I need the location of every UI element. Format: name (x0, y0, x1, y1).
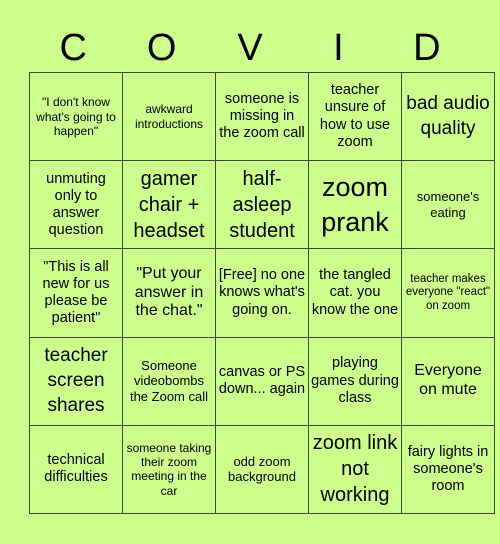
bingo-cell[interactable]: gamer chair + headset (122, 160, 216, 250)
board-row: "I don't know what's going to happen" aw… (29, 71, 495, 162)
bingo-cell[interactable]: teacher makes everyone "react" on zoom (401, 248, 495, 338)
bingo-cell[interactable]: Everyone on mute (401, 336, 495, 426)
bingo-cell[interactable]: odd zoom background (215, 424, 309, 515)
bingo-cell[interactable]: unmuting only to answer question (29, 160, 123, 250)
header-letter-i: I (333, 27, 344, 69)
bingo-board: "I don't know what's going to happen" aw… (29, 71, 495, 515)
bingo-cell[interactable]: canvas or PS down... again (215, 336, 309, 426)
header-letter-c: C (59, 27, 87, 69)
board-row: unmuting only to answer question gamer c… (29, 160, 495, 250)
board-row: technical difficulties someone taking th… (29, 424, 495, 515)
bingo-cell[interactable]: fairy lights in someone's room (401, 424, 495, 515)
bingo-header: C O V I D (29, 24, 471, 72)
board-row: "This is all new for us please be patien… (29, 248, 495, 338)
bingo-cell[interactable]: someone is missing in the zoom call (215, 71, 309, 162)
bingo-cell[interactable]: half-asleep student (215, 160, 309, 250)
bingo-cell[interactable]: awkward introductions (122, 71, 216, 162)
bingo-cell[interactable]: playing games during class (308, 336, 402, 426)
header-letter-o: O (146, 27, 177, 69)
bingo-cell[interactable]: someone taking their zoom meeting in the… (122, 424, 216, 515)
bingo-cell[interactable]: someone's eating (401, 160, 495, 250)
bingo-cell[interactable]: Someone videobombs the Zoom call (122, 336, 216, 426)
header-letter-v: V (237, 27, 263, 69)
bingo-cell[interactable]: teacher screen shares (29, 336, 123, 426)
board-row: teacher screen shares Someone videobombs… (29, 336, 495, 426)
bingo-cell[interactable]: "This is all new for us please be patien… (29, 248, 123, 338)
bingo-cell[interactable]: the tangled cat. you know the one (308, 248, 402, 338)
bingo-cell[interactable]: "Put your answer in the chat." (122, 248, 216, 338)
header-letter-d: D (413, 27, 441, 69)
bingo-cell[interactable]: "I don't know what's going to happen" (29, 71, 123, 162)
bingo-cell[interactable]: zoom link not working (308, 424, 402, 515)
bingo-cell[interactable]: zoom prank (308, 160, 402, 250)
bingo-cell[interactable]: bad audio quality (401, 71, 495, 162)
bingo-cell free-space[interactable]: [Free] no one knows what's going on. (215, 248, 309, 338)
bingo-cell[interactable]: teacher unsure of how to use zoom (308, 71, 402, 162)
bingo-cell[interactable]: technical difficulties (29, 424, 123, 515)
